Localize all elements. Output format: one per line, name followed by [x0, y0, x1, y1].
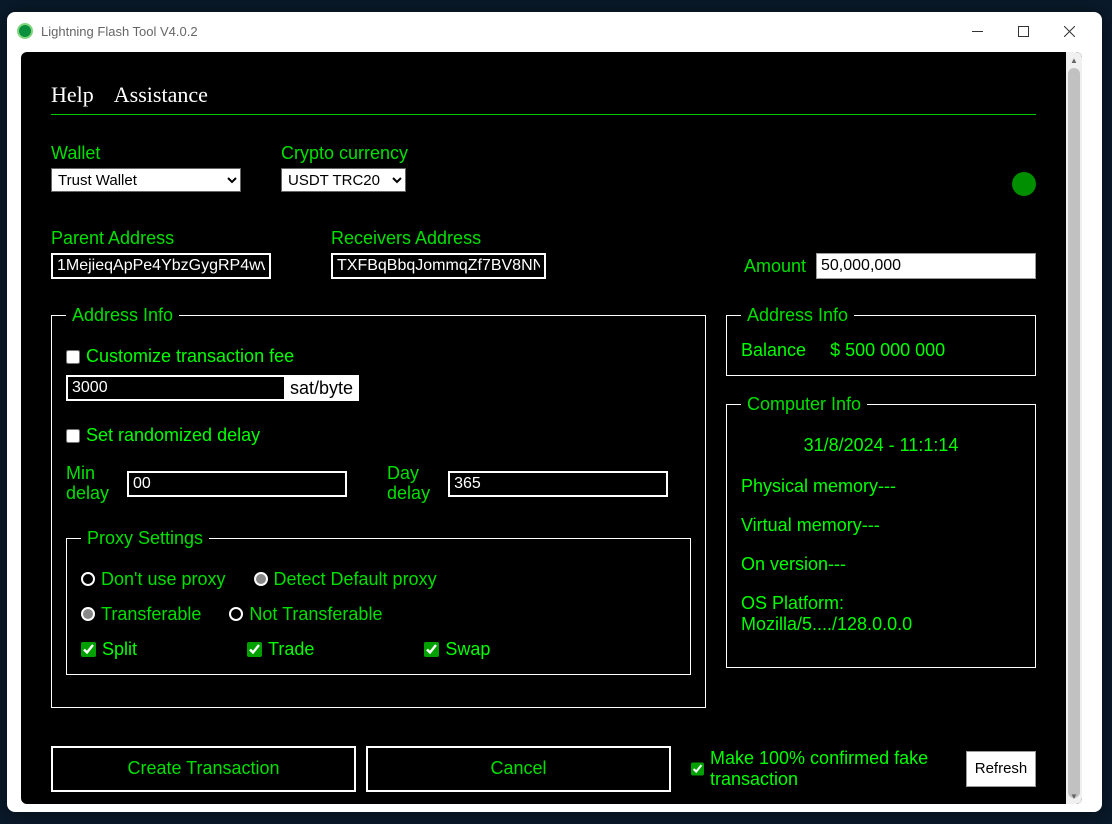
proxy-settings-legend: Proxy Settings [81, 528, 209, 549]
transferable-label: Transferable [101, 604, 201, 625]
virtual-memory-row: Virtual memory--- [741, 515, 1021, 536]
close-button[interactable] [1046, 16, 1092, 46]
split-checkbox[interactable] [81, 642, 96, 657]
app-window: Lightning Flash Tool V4.0.2 ▲ ▼ Help Ass… [7, 12, 1102, 812]
address-info-legend: Address Info [66, 305, 179, 326]
receivers-address-label: Receivers Address [331, 228, 546, 249]
balance-legend: Address Info [741, 305, 854, 326]
min-delay-label: Mindelay [66, 464, 109, 504]
on-version-row: On version--- [741, 554, 1021, 575]
scrollbar[interactable]: ▲ ▼ [1066, 52, 1082, 804]
proxy-settings-fieldset: Proxy Settings Don't use proxy Detect De… [66, 528, 691, 675]
wallet-label: Wallet [51, 143, 241, 164]
physical-memory-row: Physical memory--- [741, 476, 1021, 497]
day-delay-label: Daydelay [387, 464, 430, 504]
computer-info-fieldset: Computer Info 31/8/2024 - 11:1:14 Physic… [726, 394, 1036, 668]
os-platform-row: OS Platform: Mozilla/5..../128.0.0.0 [741, 593, 1021, 635]
menu-help[interactable]: Help [51, 82, 94, 108]
menu-bar: Help Assistance [51, 82, 1036, 115]
transferable-radio[interactable] [81, 607, 95, 621]
scroll-thumb[interactable] [1068, 68, 1080, 798]
trade-checkbox[interactable] [247, 642, 262, 657]
not-transferable-label: Not Transferable [249, 604, 382, 625]
dont-use-proxy-label: Don't use proxy [101, 569, 226, 590]
scroll-up-icon[interactable]: ▲ [1066, 52, 1082, 68]
fee-unit: sat/byte [286, 375, 359, 401]
minimize-button[interactable] [954, 16, 1000, 46]
wallet-select[interactable]: Trust Wallet [51, 168, 241, 192]
computer-datetime: 31/8/2024 - 11:1:14 [741, 435, 1021, 456]
min-delay-input[interactable] [127, 471, 347, 497]
parent-address-label: Parent Address [51, 228, 271, 249]
crypto-select[interactable]: USDT TRC20 [281, 168, 406, 192]
dont-use-proxy-radio[interactable] [81, 572, 95, 586]
customize-fee-checkbox[interactable] [66, 350, 80, 364]
detect-proxy-radio[interactable] [254, 572, 268, 586]
trade-label: Trade [268, 639, 314, 660]
create-transaction-button[interactable]: Create Transaction [51, 746, 356, 792]
maximize-button[interactable] [1000, 16, 1046, 46]
balance-label: Balance [741, 340, 806, 361]
window-title: Lightning Flash Tool V4.0.2 [41, 24, 198, 39]
refresh-button[interactable]: Refresh [966, 751, 1036, 787]
balance-value: $ 500 000 000 [830, 340, 945, 361]
titlebar: Lightning Flash Tool V4.0.2 [7, 12, 1102, 50]
computer-info-legend: Computer Info [741, 394, 867, 415]
not-transferable-radio[interactable] [229, 607, 243, 621]
scroll-down-icon[interactable]: ▼ [1066, 788, 1082, 804]
customize-fee-label: Customize transaction fee [86, 346, 294, 367]
swap-checkbox[interactable] [424, 642, 439, 657]
amount-label: Amount [744, 256, 806, 277]
receivers-address-input[interactable] [331, 253, 546, 279]
parent-address-input[interactable] [51, 253, 271, 279]
random-delay-label: Set randomized delay [86, 425, 260, 446]
confirm-fake-label: Make 100% confirmed fake transaction [710, 748, 956, 790]
fee-input[interactable] [66, 375, 286, 401]
app-icon [17, 23, 33, 39]
amount-input[interactable] [816, 253, 1036, 279]
confirm-fake-checkbox[interactable] [691, 761, 704, 777]
crypto-label: Crypto currency [281, 143, 408, 164]
split-label: Split [102, 639, 137, 660]
swap-label: Swap [445, 639, 490, 660]
cancel-button[interactable]: Cancel [366, 746, 671, 792]
status-indicator-icon [1012, 172, 1036, 196]
menu-assistance[interactable]: Assistance [114, 82, 208, 108]
address-info-fieldset: Address Info Customize transaction fee s… [51, 305, 706, 708]
balance-fieldset: Address Info Balance $ 500 000 000 [726, 305, 1036, 376]
detect-proxy-label: Detect Default proxy [274, 569, 437, 590]
day-delay-input[interactable] [448, 471, 668, 497]
random-delay-checkbox[interactable] [66, 429, 80, 443]
content-area: ▲ ▼ Help Assistance Wallet Trust Wallet … [21, 52, 1082, 804]
